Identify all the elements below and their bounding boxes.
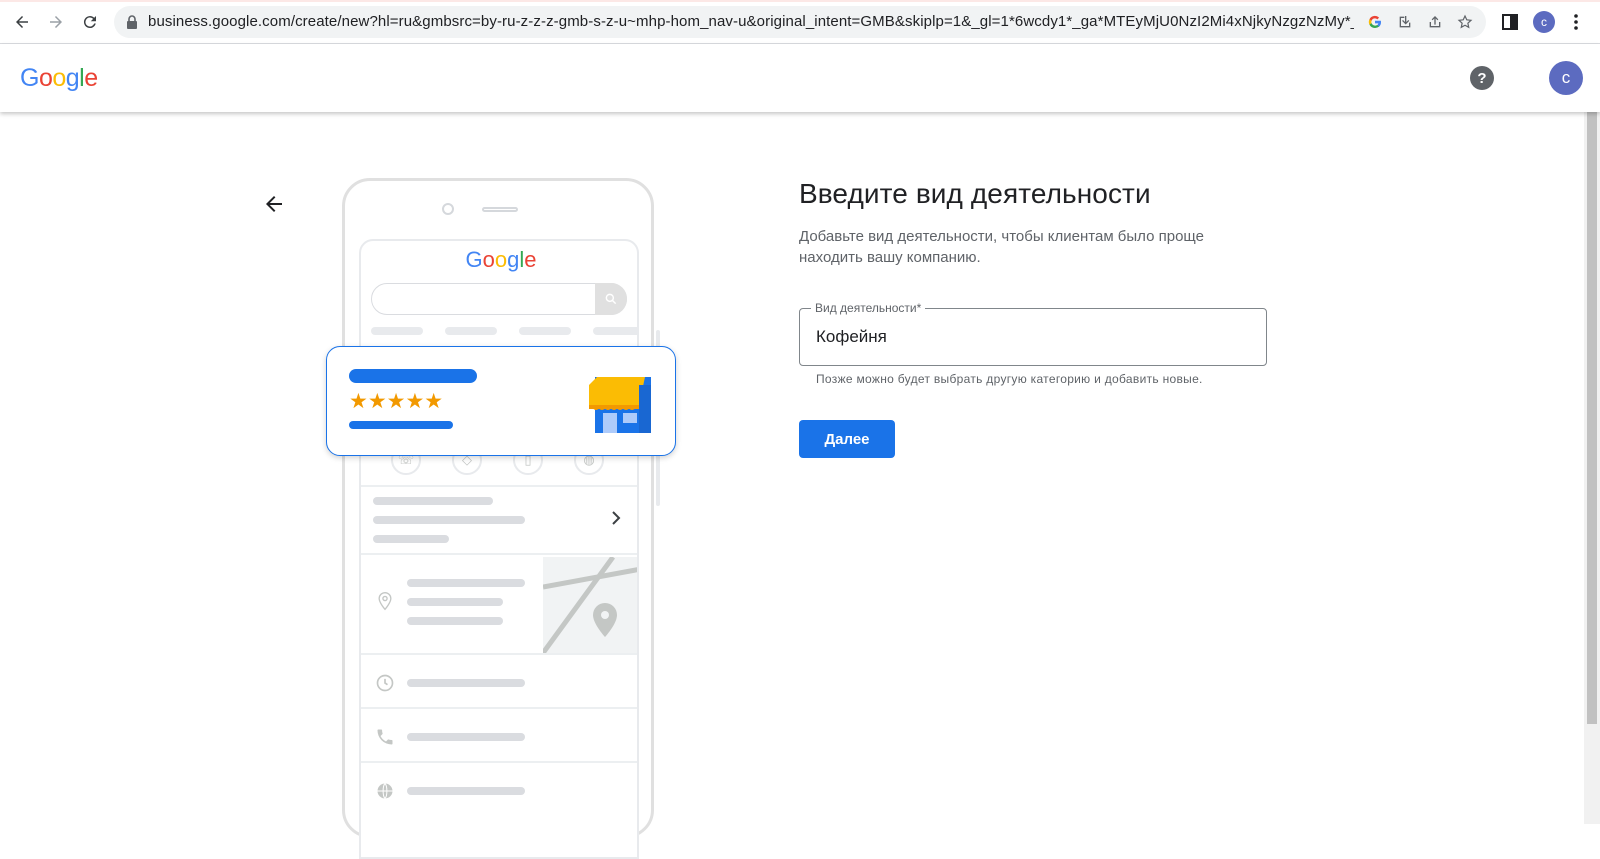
- share-icon[interactable]: [1422, 10, 1448, 34]
- illustration-divider: [361, 707, 637, 709]
- category-input[interactable]: [816, 327, 1246, 347]
- google-logo[interactable]: Google: [20, 64, 98, 93]
- illustration-tab: [371, 327, 423, 335]
- reload-icon: [83, 16, 96, 29]
- bookmark-star-icon[interactable]: [1452, 10, 1478, 34]
- illustration-divider: [361, 485, 637, 487]
- phone-illustration: Google ☏ ◇ ▯ ◍: [342, 178, 654, 859]
- side-panel-button[interactable]: [1496, 8, 1524, 36]
- tab-strip-edge: [0, 0, 1600, 2]
- phone-speaker: [482, 207, 518, 212]
- back-arrow-icon[interactable]: [262, 192, 286, 216]
- app-header: Google ? c: [0, 44, 1600, 112]
- browser-toolbar: business.google.com/create/new?hl=ru&gmb…: [0, 0, 1600, 44]
- card-subtitle-bar: [349, 421, 453, 429]
- side-panel-icon: [1502, 14, 1518, 30]
- illustration-tab: [519, 327, 571, 335]
- category-hint: Позже можно будет выбрать другую категор…: [816, 372, 1203, 386]
- scrollbar-thumb[interactable]: [1587, 112, 1597, 724]
- page-scrollbar[interactable]: [1584, 112, 1600, 824]
- url-text: business.google.com/create/new?hl=ru&gmb…: [148, 13, 1381, 30]
- page-subtitle: Добавьте вид деятельности, чтобы клиента…: [799, 228, 1204, 266]
- profile-button[interactable]: c: [1530, 8, 1558, 36]
- lock-icon: [127, 15, 137, 29]
- address-bar[interactable]: business.google.com/create/new?hl=ru&gmb…: [114, 6, 1486, 38]
- next-button[interactable]: Далее: [799, 420, 895, 458]
- forward-arrow-icon: [50, 16, 62, 28]
- illustration-tab: [593, 327, 637, 335]
- address-bar-actions: [1354, 10, 1478, 34]
- illustration-line: [407, 787, 525, 795]
- illustration-divider: [361, 761, 637, 763]
- card-title-bar: [349, 369, 477, 383]
- illustration-clock-icon: [376, 674, 394, 692]
- more-vert-icon: [1574, 14, 1578, 30]
- storefront-icon: [589, 377, 651, 433]
- illustration-line: [373, 535, 449, 543]
- browser-menu-button[interactable]: [1562, 8, 1590, 36]
- illustration-google-logo: Google: [465, 247, 537, 272]
- profile-avatar: c: [1533, 11, 1555, 33]
- back-arrow-icon: [16, 16, 28, 28]
- forward-button[interactable]: [42, 8, 70, 36]
- back-button[interactable]: [8, 8, 36, 36]
- illustration-divider: [361, 653, 637, 655]
- illustration-line: [373, 497, 493, 505]
- chevron-right-icon: [612, 511, 621, 525]
- phone-screen: Google ☏ ◇ ▯ ◍: [359, 239, 639, 859]
- google-lens-icon[interactable]: [1362, 10, 1388, 34]
- account-avatar[interactable]: c: [1549, 61, 1583, 95]
- illustration-call-icon: [377, 729, 393, 745]
- illustration-search-icon: [595, 283, 627, 315]
- business-category-form: Введите вид деятельности Добавьте вид де…: [799, 178, 1269, 458]
- phone-camera: [442, 203, 454, 215]
- illustration-line: [407, 617, 503, 625]
- illustration-line: [407, 733, 525, 741]
- illustration-location-icon: [378, 591, 392, 611]
- rating-stars: ★★★★★: [349, 390, 444, 413]
- illustration-line: [407, 579, 525, 587]
- page-title: Введите вид деятельности: [799, 178, 1151, 209]
- illustration-tab: [445, 327, 497, 335]
- install-icon[interactable]: [1392, 10, 1418, 34]
- business-listing-card: ★★★★★: [326, 346, 676, 456]
- illustration-search-box: [371, 283, 627, 315]
- illustration-line: [407, 679, 525, 687]
- illustration-globe-icon: [377, 783, 393, 799]
- category-field-label: Вид деятельности*: [811, 301, 926, 315]
- illustration-line: [407, 598, 503, 606]
- category-field[interactable]: Вид деятельности*: [799, 301, 1267, 366]
- reload-button[interactable]: [76, 8, 104, 36]
- help-icon[interactable]: ?: [1470, 66, 1494, 90]
- illustration-divider: [361, 553, 637, 555]
- illustration-map: [543, 557, 637, 653]
- illustration-line: [373, 516, 525, 524]
